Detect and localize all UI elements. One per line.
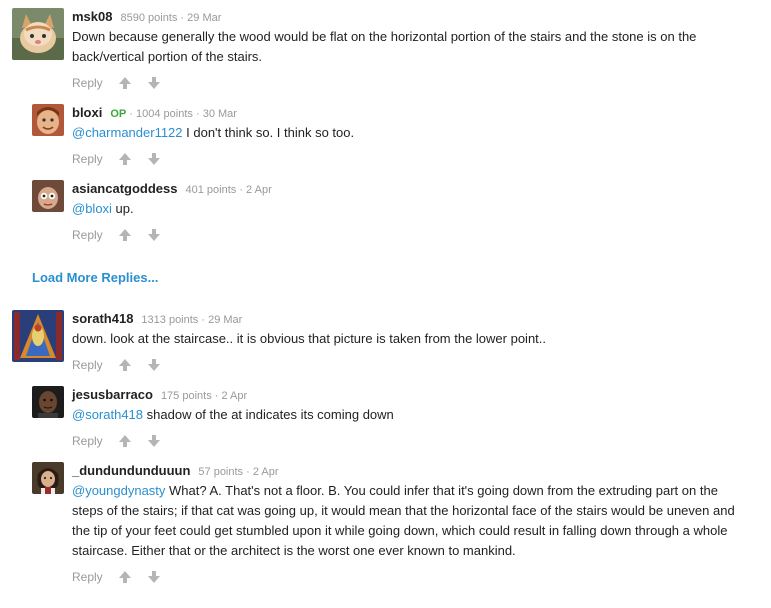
avatar[interactable] xyxy=(12,8,64,60)
comment-text: @sorath418 shadow of the at indicates it… xyxy=(72,405,752,425)
comment-text: @bloxi up. xyxy=(72,199,752,219)
comment-text-content: What? A. That's not a floor. B. You coul… xyxy=(72,483,735,558)
comment-text: Down because generally the wood would be… xyxy=(72,27,752,67)
points: 175 points xyxy=(160,390,212,402)
arrow-down-icon[interactable] xyxy=(147,358,161,372)
comment-text-content: shadow of the at indicates its coming do… xyxy=(143,407,394,422)
comment-jesusbarraco: jesusbarraco 175 points · 2 Apr @sorath41… xyxy=(32,386,752,450)
comment-sorath418: sorath418 1313 points · 29 Mar down. look… xyxy=(12,310,752,374)
avatar[interactable] xyxy=(32,386,64,418)
avatar[interactable] xyxy=(32,104,64,136)
op-badge: OP xyxy=(110,108,127,120)
comment-actions: Reply xyxy=(72,433,161,449)
arrow-down-icon[interactable] xyxy=(147,434,161,448)
points: 8590 points xyxy=(120,12,178,24)
comment-body: sorath418 1313 points · 29 Mar down. look… xyxy=(72,310,752,372)
points: 1004 points xyxy=(136,108,193,120)
comment-bloxi: bloxi OP · 1004 points · 30 Mar @charmand… xyxy=(32,104,752,168)
reply-button[interactable]: Reply xyxy=(72,570,103,584)
username[interactable]: msk08 xyxy=(72,9,112,24)
separator: · xyxy=(198,314,209,326)
comment-body: bloxi OP · 1004 points · 30 Mar @charmand… xyxy=(72,104,752,166)
comment-text-content: up. xyxy=(111,201,134,216)
separator: · xyxy=(236,184,247,196)
comment-meta: jesusbarraco 175 points · 2 Apr xyxy=(72,386,752,404)
arrow-up-icon[interactable] xyxy=(118,76,132,90)
username[interactable]: asiancatgoddess xyxy=(72,181,178,196)
username[interactable]: sorath418 xyxy=(72,311,133,326)
separator: · xyxy=(192,108,203,120)
comment-meta: bloxi OP · 1004 points · 30 Mar xyxy=(72,104,752,122)
reply-button[interactable]: Reply xyxy=(72,76,103,90)
date: 29 Mar xyxy=(208,314,243,326)
reply-button[interactable]: Reply xyxy=(72,152,103,166)
mention-link[interactable]: @bloxi xyxy=(72,201,112,216)
comment-meta: _dundundunduuun 57 points · 2 Apr xyxy=(72,462,752,480)
username[interactable]: _dundundunduuun xyxy=(72,463,190,478)
comment-text-content: down. look at the staircase.. it is obvi… xyxy=(72,331,547,346)
comment-dundundunduuun: _dundundunduuun 57 points · 2 Apr @youngd… xyxy=(32,462,752,592)
reply-button[interactable]: Reply xyxy=(72,228,103,242)
reply-button[interactable]: Reply xyxy=(72,358,103,372)
comment-msk08: msk08 8590 points · 29 Mar Down because g… xyxy=(12,8,752,96)
arrow-up-icon[interactable] xyxy=(118,152,132,166)
arrow-down-icon[interactable] xyxy=(147,228,161,242)
arrow-up-icon[interactable] xyxy=(118,228,132,242)
face-avatar-image xyxy=(32,180,64,212)
comment-actions: Reply xyxy=(72,151,161,167)
points: 57 points xyxy=(198,466,244,478)
comment-actions: Reply xyxy=(72,357,161,373)
comment-actions: Reply xyxy=(72,227,161,243)
load-more-replies-link[interactable]: Load More Replies... xyxy=(32,270,158,285)
mention-link[interactable]: @sorath418 xyxy=(72,407,143,422)
comment-body: asiancatgoddess 401 points · 2 Apr @bloxi… xyxy=(72,180,752,242)
username[interactable]: bloxi xyxy=(72,105,102,120)
comment-body: jesusbarraco 175 points · 2 Apr @sorath41… xyxy=(72,386,752,448)
arrow-down-icon[interactable] xyxy=(147,76,161,90)
separator: · xyxy=(177,12,188,24)
arrow-up-icon[interactable] xyxy=(118,358,132,372)
mention-link[interactable]: @charmander1122 xyxy=(72,125,183,140)
comment-meta: msk08 8590 points · 29 Mar xyxy=(72,8,752,26)
comment-body: msk08 8590 points · 29 Mar Down because g… xyxy=(72,8,752,90)
date: 2 Apr xyxy=(221,390,248,402)
avatar[interactable] xyxy=(12,310,64,362)
portrait-avatar-image xyxy=(32,462,64,494)
avatar[interactable] xyxy=(32,462,64,494)
reply-button[interactable]: Reply xyxy=(72,434,103,448)
separator: · xyxy=(243,466,253,478)
comment-asiancatgoddess: asiancatgoddess 401 points · 2 Apr @bloxi… xyxy=(32,180,752,244)
mention-link[interactable]: @youngdynasty xyxy=(72,483,165,498)
arrow-down-icon[interactable] xyxy=(147,152,161,166)
comment-text-content: Down because generally the wood would be… xyxy=(72,29,697,64)
comment-meta: sorath418 1313 points · 29 Mar xyxy=(72,310,752,328)
face-avatar-image xyxy=(32,104,64,136)
comment-meta: asiancatgoddess 401 points · 2 Apr xyxy=(72,180,752,198)
avatar[interactable] xyxy=(32,180,64,212)
points: 1313 points xyxy=(141,314,199,326)
comment-text: @youngdynasty What? A. That's not a floo… xyxy=(72,481,752,561)
comment-text: down. look at the staircase.. it is obvi… xyxy=(72,329,752,349)
arrow-down-icon[interactable] xyxy=(147,570,161,584)
comment-text: @charmander1122 I don't think so. I thin… xyxy=(72,123,752,143)
date: 2 Apr xyxy=(252,466,279,478)
comment-actions: Reply xyxy=(72,569,161,585)
separator: · xyxy=(126,108,137,120)
date: 2 Apr xyxy=(246,184,272,196)
points: 401 points xyxy=(185,184,237,196)
cat-avatar-image xyxy=(12,8,64,60)
art-avatar-image xyxy=(12,310,64,362)
username[interactable]: jesusbarraco xyxy=(72,387,153,402)
comment-text-content: I don't think so. I think so too. xyxy=(182,125,355,140)
arrow-up-icon[interactable] xyxy=(118,434,132,448)
comment-body: _dundundunduuun 57 points · 2 Apr @youngd… xyxy=(72,462,752,584)
comment-actions: Reply xyxy=(72,75,161,91)
date: 30 Mar xyxy=(202,108,237,120)
face-avatar-image xyxy=(32,386,64,418)
arrow-up-icon[interactable] xyxy=(118,570,132,584)
date: 29 Mar xyxy=(187,12,222,24)
